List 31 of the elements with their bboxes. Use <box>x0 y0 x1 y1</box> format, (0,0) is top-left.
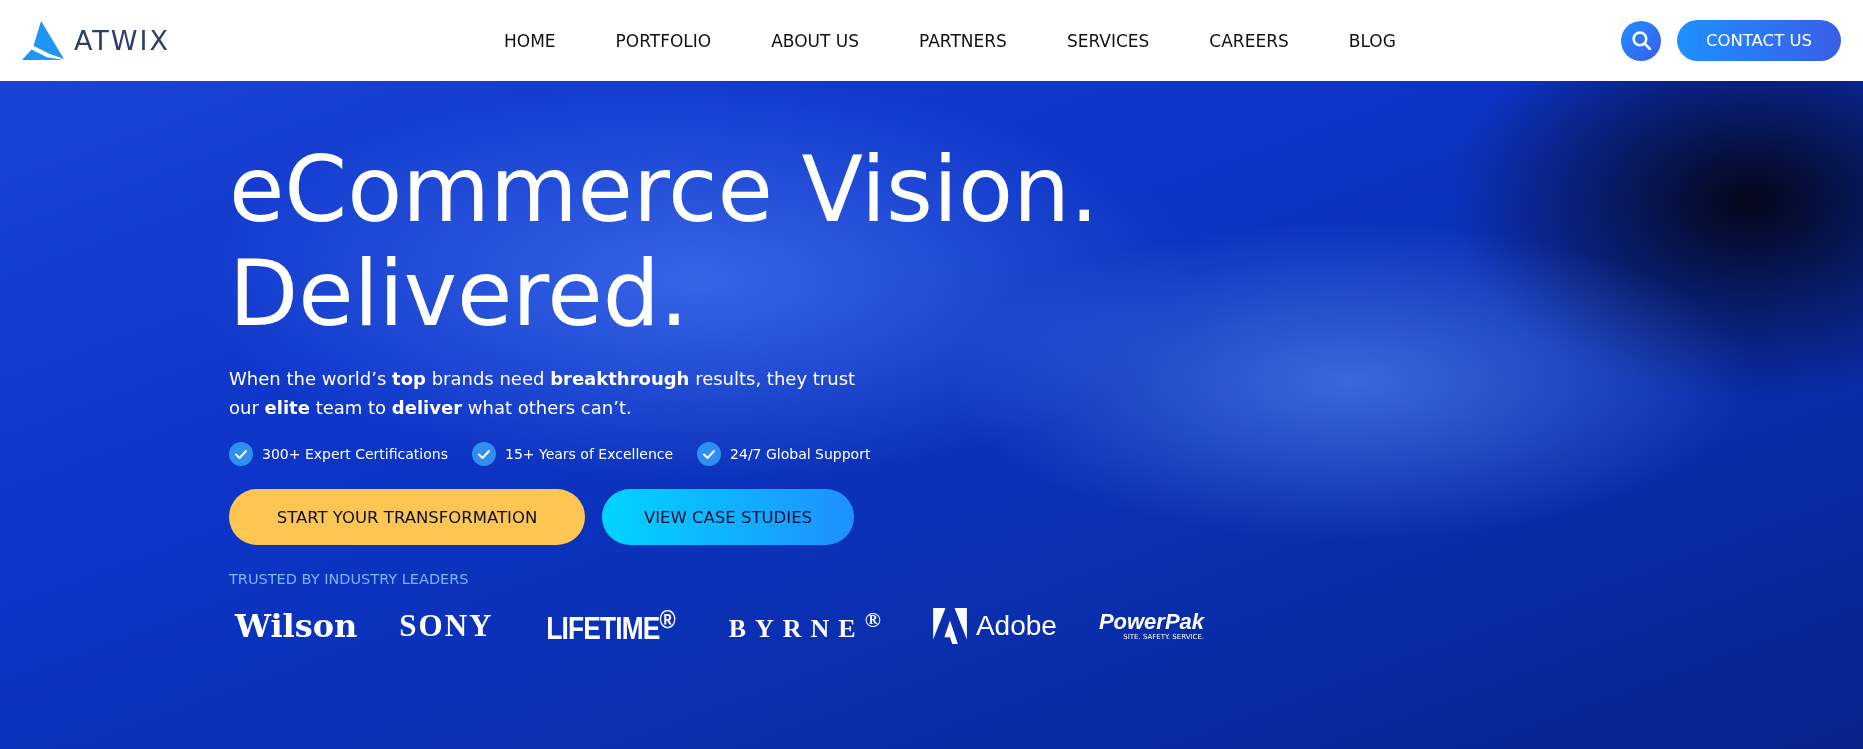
transformation-button[interactable]: START YOUR TRANSFORMATION <box>229 489 585 545</box>
nav-link[interactable]: HOME <box>504 30 556 51</box>
nav-link[interactable]: ABOUT US <box>771 30 860 51</box>
feature-text: 24/7 Global Support <box>730 446 871 462</box>
nav-link[interactable]: BLOG <box>1348 30 1396 51</box>
trusted-label: TRUSTED BY INDUSTRY LEADERS <box>229 571 470 587</box>
hero-heading: Delivered. <box>229 242 689 346</box>
hero-heading: eCommerce Vision. <box>229 138 1099 242</box>
brand-logo: Adobe <box>975 610 1057 643</box>
check-icon <box>229 442 253 466</box>
nav-link[interactable]: PARTNERS <box>919 30 1007 51</box>
brand-logo: SONY <box>399 608 494 645</box>
brand-logo: LIFETIME$^{®}$ <box>546 605 676 648</box>
nav-link[interactable]: PORTFOLIO <box>615 30 712 51</box>
nav-link[interactable]: CAREERS <box>1209 30 1289 51</box>
brand-logo: Wilson <box>235 607 358 646</box>
triangle-logo-icon <box>931 608 968 645</box>
logo-icon <box>20 20 66 61</box>
check-icon <box>697 442 722 466</box>
brand-logo: PowerPak <box>1098 611 1205 634</box>
logo-text[interactable]: ATWIX <box>74 25 171 56</box>
hero-description: When the world’s top brands need breakthrough results, they trust our elite team to deliver what others can’t. <box>229 367 857 420</box>
check-icon <box>471 442 496 466</box>
contact-button[interactable]: CONTACT US <box>1677 20 1841 61</box>
brand-logo: BYRNE$^{®}$ <box>728 608 890 644</box>
nav-link[interactable]: SERVICES <box>1066 30 1150 51</box>
feature-text: 15+ Years of Excellence <box>504 446 674 462</box>
search-icon <box>1630 30 1652 51</box>
case-studies-button[interactable]: VIEW CASE STUDIES <box>602 489 854 545</box>
feature-text: 300+ Expert Certifications <box>262 446 448 462</box>
search-button[interactable] <box>1621 20 1661 61</box>
